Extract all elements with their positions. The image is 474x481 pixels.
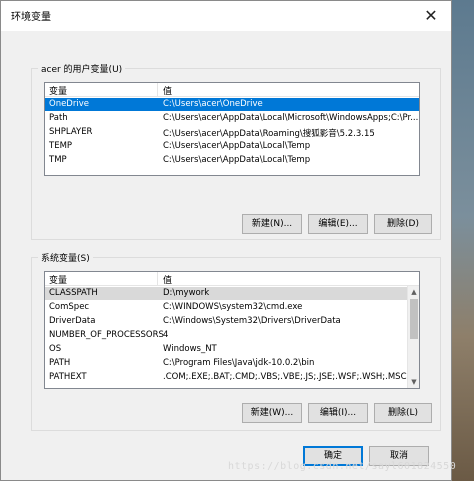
variable-name: NUMBER_OF_PROCESSORS bbox=[49, 330, 164, 340]
user-variable-row[interactable]: OneDrive C:\Users\acer\OneDrive bbox=[45, 98, 419, 111]
variable-value: 4 bbox=[163, 330, 169, 340]
variable-value: C:\Users\acer\AppData\Local\Temp bbox=[163, 141, 311, 151]
environment-variables-dialog: 环境变量 ✕ acer 的用户变量(U) 变量 值 OneDrive C:\Use… bbox=[0, 0, 452, 481]
system-delete-button[interactable]: 删除(L) bbox=[374, 403, 432, 423]
system-variable-row[interactable]: PATHEXT .COM;.EXE;.BAT;.CMD;.VBS;.VBE;.JS… bbox=[45, 371, 419, 384]
system-edit-button[interactable]: 编辑(I)... bbox=[308, 403, 368, 423]
variable-name: DriverData bbox=[49, 316, 96, 326]
user-new-button[interactable]: 新建(N)... bbox=[242, 214, 302, 234]
user-variables-list[interactable]: 变量 值 OneDrive C:\Users\acer\OneDrive Path C… bbox=[44, 82, 420, 176]
system-variables-label: 系统变量(S) bbox=[38, 251, 93, 264]
system-variable-row[interactable]: NUMBER_OF_PROCESSORS 4 bbox=[45, 329, 419, 342]
system-list-header: 变量 值 bbox=[45, 272, 419, 286]
variable-name: ComSpec bbox=[49, 302, 90, 312]
user-variables-label: acer 的用户变量(U) bbox=[38, 62, 126, 75]
system-new-button[interactable]: 新建(W)... bbox=[242, 403, 302, 423]
column-header-value[interactable]: 值 bbox=[163, 273, 172, 286]
variable-value: D:\mywork bbox=[163, 288, 210, 298]
variable-value: C:\Users\acer\AppData\Local\Temp bbox=[163, 155, 311, 165]
user-variable-row[interactable]: TMP C:\Users\acer\AppData\Local\Temp bbox=[45, 154, 419, 167]
user-delete-button[interactable]: 删除(D) bbox=[374, 214, 432, 234]
variable-name: OneDrive bbox=[49, 99, 89, 109]
variable-value: C:\Users\acer\OneDrive bbox=[163, 99, 263, 109]
user-list-header: 变量 值 bbox=[45, 83, 419, 97]
system-variable-row[interactable]: DriverData C:\Windows\System32\Drivers\Dr… bbox=[45, 315, 419, 328]
user-variable-row[interactable]: SHPLAYER C:\Users\acer\AppData\Roaming\搜狐… bbox=[45, 126, 419, 139]
system-list-scrollbar[interactable]: ▲ ▼ bbox=[407, 286, 419, 388]
column-header-value[interactable]: 值 bbox=[163, 84, 172, 97]
window-title: 环境变量 bbox=[11, 12, 51, 23]
variable-value: C:\WINDOWS\system32\cmd.exe bbox=[163, 302, 303, 312]
close-icon[interactable]: ✕ bbox=[411, 1, 451, 31]
variable-name: PATHEXT bbox=[49, 372, 87, 382]
watermark: https://blog.csdn.net/sayl601824550 bbox=[228, 461, 457, 472]
title-bar: 环境变量 ✕ bbox=[1, 1, 451, 31]
user-edit-button[interactable]: 编辑(E)... bbox=[308, 214, 368, 234]
variable-value: C:\Users\acer\AppData\Roaming\搜狐影音\5.2.3… bbox=[163, 129, 375, 139]
system-variable-row[interactable]: CLASSPATH D:\mywork bbox=[45, 287, 419, 300]
variable-name: TMP bbox=[49, 155, 67, 165]
variable-value: .COM;.EXE;.BAT;.CMD;.VBS;.VBE;.JS;.JSE;.… bbox=[163, 372, 407, 382]
column-header-variable[interactable]: 变量 bbox=[49, 84, 67, 97]
variable-value: C:\Users\acer\AppData\Local\Microsoft\Wi… bbox=[163, 113, 419, 123]
variable-value: C:\Program Files\Java\jdk-10.0.2\bin bbox=[163, 358, 315, 368]
variable-name: Path bbox=[49, 113, 68, 123]
variable-name: PATH bbox=[49, 358, 71, 368]
system-variable-row[interactable]: ComSpec C:\WINDOWS\system32\cmd.exe bbox=[45, 301, 419, 314]
scroll-down-icon[interactable]: ▼ bbox=[408, 376, 419, 388]
user-variables-group: acer 的用户变量(U) 变量 值 OneDrive C:\Users\acer… bbox=[31, 62, 441, 240]
system-variables-group: 系统变量(S) 变量 值 CLASSPATH D:\mywork ComSpec C:… bbox=[31, 251, 441, 431]
user-variable-row[interactable]: Path C:\Users\acer\AppData\Local\Microsof… bbox=[45, 112, 419, 125]
variable-name: CLASSPATH bbox=[49, 288, 98, 298]
variable-name: SHPLAYER bbox=[49, 127, 93, 137]
variable-value: Windows_NT bbox=[163, 344, 217, 354]
variable-name: OS bbox=[49, 344, 62, 354]
scroll-up-icon[interactable]: ▲ bbox=[408, 286, 419, 298]
system-variable-row[interactable]: OS Windows_NT bbox=[45, 343, 419, 356]
variable-name: TEMP bbox=[49, 141, 73, 151]
system-variable-row[interactable]: PATH C:\Program Files\Java\jdk-10.0.2\bin bbox=[45, 357, 419, 370]
scroll-thumb[interactable] bbox=[410, 299, 418, 339]
system-variables-list[interactable]: 变量 值 CLASSPATH D:\mywork ComSpec C:\WINDOWS… bbox=[44, 271, 420, 389]
user-variable-row[interactable]: TEMP C:\Users\acer\AppData\Local\Temp bbox=[45, 140, 419, 153]
column-header-variable[interactable]: 变量 bbox=[49, 273, 67, 286]
variable-value: C:\Windows\System32\Drivers\DriverData bbox=[163, 316, 341, 326]
